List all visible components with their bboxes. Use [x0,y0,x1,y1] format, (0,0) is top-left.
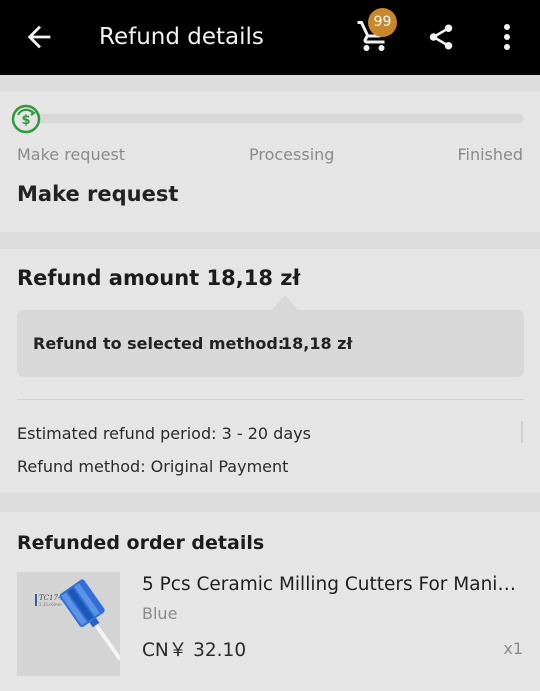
vertical-divider [521,421,523,443]
page-title: Refund details [99,24,264,50]
refund-method-value: 18,18 zł [281,334,353,353]
product-thumbnail[interactable]: TC17-M 2.35×6mm [17,572,120,676]
step-finished: Finished [457,145,523,164]
step-make-request: Make request [17,145,126,164]
product-price: CN￥ 32.10 [142,640,247,661]
refund-payment-method: Refund method: Original Payment [17,457,289,476]
current-status-title: Make request [17,182,179,206]
refund-method-label: Refund to selected method: [33,334,285,353]
refund-method-box: Refund to selected method: 18,18 zł [17,310,524,377]
step-processing: Processing [249,145,335,164]
callout-pointer [272,295,298,310]
svg-text:$: $ [21,113,30,128]
progress-track [26,114,524,123]
cart-count-badge: 99 [368,8,397,37]
refunded-order-card: Refunded order details TC17-M 2.35×6mm 5… [0,512,540,691]
divider [17,399,524,400]
product-variant: Blue [142,604,178,623]
top-app-bar: Refund details 99 [0,0,540,75]
refund-step-icon: $ [11,104,41,134]
refund-progress-card: $ Make request Processing Finished Make … [0,91,540,232]
product-name[interactable]: 5 Pcs Ceramic Milling Cutters For Manicu… [142,574,524,595]
refund-amount-card: Refund amount 18,18 zł Refund to selecte… [0,249,540,493]
drill-bit-image: TC17-M 2.35×6mm [17,572,120,676]
svg-text:2.35×6mm: 2.35×6mm [39,602,62,607]
section-title: Refunded order details [17,532,265,554]
back-arrow-icon[interactable] [22,20,56,54]
share-icon[interactable] [426,22,456,52]
estimated-refund-period: Estimated refund period: 3 - 20 days [17,424,311,443]
more-vertical-icon[interactable] [496,22,518,52]
refund-amount: Refund amount 18,18 zł [17,266,301,290]
product-quantity: x1 [503,639,523,658]
